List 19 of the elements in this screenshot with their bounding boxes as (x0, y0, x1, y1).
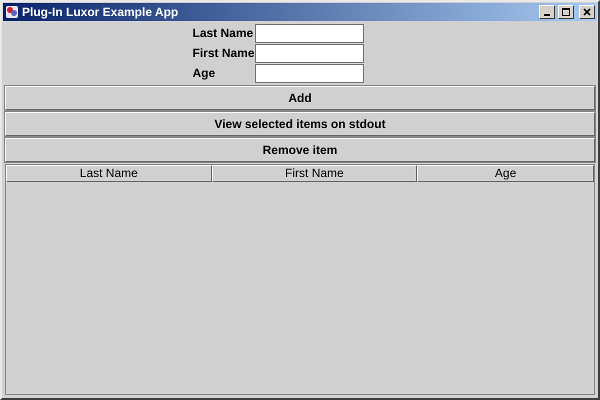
input-field[interactable] (254, 24, 364, 43)
maximize-button[interactable] (558, 5, 574, 19)
field-label: First Name (192, 45, 255, 62)
action-button[interactable]: Add (5, 86, 595, 110)
app-icon (5, 5, 19, 19)
close-icon (583, 8, 591, 16)
input-field[interactable] (254, 64, 364, 83)
close-button[interactable] (579, 5, 595, 19)
window-title: Plug-In Luxor Example App (22, 5, 180, 19)
column-header[interactable]: First Name (212, 165, 418, 182)
field-label: Last Name (192, 25, 254, 42)
field-label: Age (192, 65, 216, 82)
action-button[interactable]: View selected items on stdout (5, 112, 595, 136)
action-button[interactable]: Remove item (5, 138, 595, 162)
maximize-icon (562, 8, 570, 16)
column-header[interactable]: Age (417, 165, 594, 182)
input-field[interactable] (254, 44, 364, 63)
minimize-button[interactable] (539, 5, 555, 19)
column-header[interactable]: Last Name (6, 165, 212, 182)
